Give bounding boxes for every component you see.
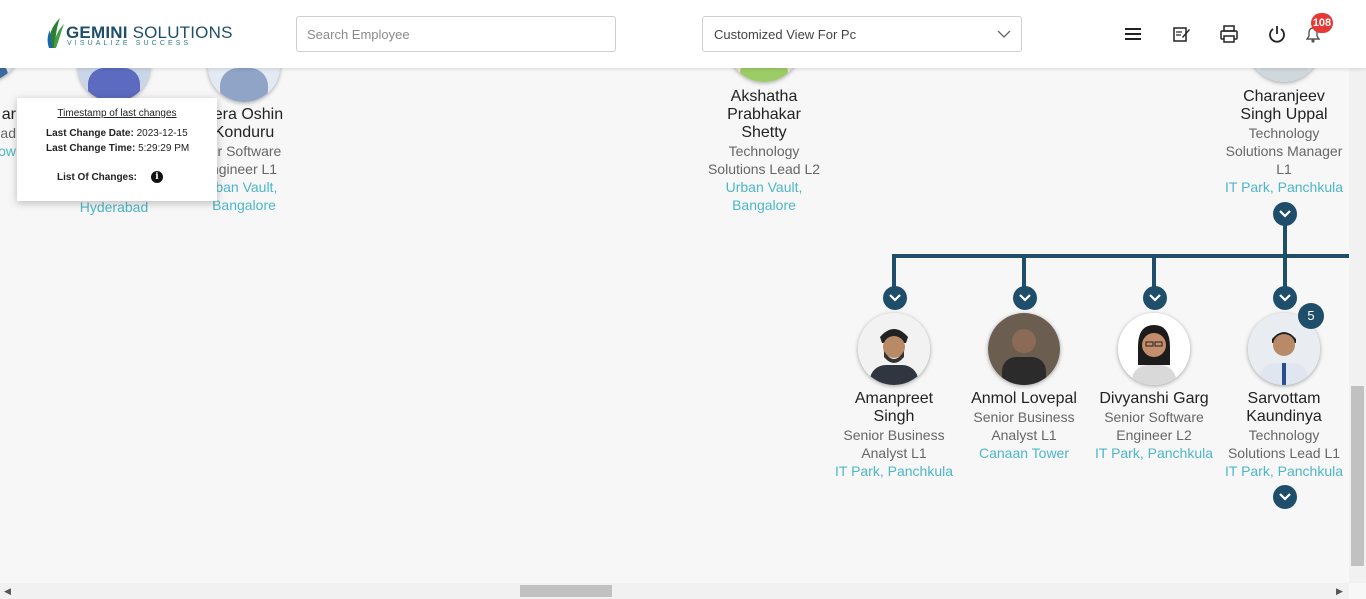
scroll-right-arrow-icon[interactable]: ▶ bbox=[1336, 583, 1343, 599]
chevron-down-icon bbox=[889, 294, 901, 302]
employee-name: Amanpreet bbox=[854, 390, 934, 407]
org-connector bbox=[892, 254, 896, 288]
expand-node-toggle[interactable] bbox=[883, 286, 907, 310]
scroll-left-arrow-icon[interactable]: ◀ bbox=[4, 583, 11, 599]
avatar[interactable] bbox=[1118, 313, 1190, 385]
employee-designation: Analyst L1 bbox=[991, 427, 1057, 443]
chevron-down-icon bbox=[1279, 493, 1291, 501]
org-connector bbox=[892, 254, 1349, 258]
employee-location: IT Park, Panchkula bbox=[834, 463, 954, 479]
employee-designation: Senior Software bbox=[1104, 409, 1204, 425]
employee-name: Kaundinya bbox=[1246, 408, 1322, 425]
expand-node-toggle[interactable] bbox=[1143, 286, 1167, 310]
employee-node-sarvottam[interactable]: Sarvottam Kaundinya Technology Solutions… bbox=[1222, 390, 1346, 480]
last-change-time-row: Last Change Time: 5:29:29 PM bbox=[46, 143, 189, 154]
last-change-time-value: 5:29:29 PM bbox=[138, 143, 190, 154]
employee-location: IT Park, Panchkula bbox=[1094, 445, 1214, 461]
employee-location: Canaan Tower bbox=[978, 445, 1070, 461]
popup-title[interactable]: Timestamp of last changes bbox=[17, 108, 217, 119]
employee-name: Akshatha bbox=[730, 88, 798, 105]
company-logo[interactable]: GEMINI SOLUTIONS VISUALIZE SUCCESS bbox=[46, 16, 232, 52]
employee-designation: Analyst L1 bbox=[861, 445, 927, 461]
last-change-date-label: Last Change Date: bbox=[46, 128, 134, 139]
expand-node-toggle[interactable] bbox=[1273, 286, 1297, 310]
employee-location: ow bbox=[0, 143, 16, 159]
employee-designation: Senior Business bbox=[843, 427, 945, 443]
info-icon[interactable]: i bbox=[151, 171, 163, 183]
employee-name: Singh bbox=[873, 408, 915, 425]
employee-designation: Senior Business bbox=[973, 409, 1075, 425]
employee-name: Charanjeev bbox=[1243, 88, 1325, 105]
employee-designation: Solutions Lead L1 bbox=[1227, 445, 1341, 461]
employee-designation: L1 bbox=[1276, 161, 1292, 177]
employee-designation: Technology bbox=[728, 143, 800, 159]
chevron-down-icon bbox=[997, 30, 1011, 38]
power-icon[interactable] bbox=[1267, 24, 1287, 44]
employee-name: Anmol Lovepal bbox=[971, 390, 1077, 407]
chevron-down-icon bbox=[1279, 294, 1291, 302]
org-connector bbox=[1152, 254, 1156, 288]
timestamp-popup: Timestamp of last changes Last Change Da… bbox=[17, 98, 217, 201]
employee-designation: ad bbox=[0, 125, 16, 141]
list-of-changes-label: List Of Changes: bbox=[57, 172, 138, 183]
employee-name: Prabhakar bbox=[727, 106, 801, 123]
view-select-dropdown[interactable]: Customized View For Pc bbox=[702, 16, 1022, 52]
employee-designation: Solutions Lead L2 bbox=[707, 161, 821, 177]
edit-note-icon[interactable] bbox=[1171, 24, 1191, 44]
employee-designation: Technology bbox=[1248, 427, 1320, 443]
employee-node-divyanshi[interactable]: Divyanshi Garg Senior Software Engineer … bbox=[1092, 390, 1216, 462]
report-count-badge: 5 bbox=[1298, 303, 1324, 329]
employee-name: ar bbox=[1, 106, 16, 123]
org-connector bbox=[1022, 254, 1026, 288]
notification-count-badge: 108 bbox=[1311, 13, 1333, 33]
employee-location: Bangalore bbox=[732, 197, 796, 213]
horizontal-scrollbar[interactable]: ◀ ▶ bbox=[0, 583, 1349, 599]
expand-node-toggle[interactable] bbox=[1273, 485, 1297, 509]
employee-location: IT Park, Panchkula bbox=[1224, 463, 1344, 479]
employee-node-partial[interactable]: ar ad ow bbox=[0, 106, 16, 160]
last-change-date-value: 2023-12-15 bbox=[136, 128, 188, 139]
search-employee-input[interactable] bbox=[296, 16, 616, 52]
expand-node-toggle[interactable] bbox=[1013, 286, 1037, 310]
org-connector bbox=[1283, 254, 1287, 288]
chevron-down-icon bbox=[1019, 294, 1031, 302]
leaf-logo-icon bbox=[47, 18, 64, 48]
chevron-down-icon bbox=[1149, 294, 1161, 302]
logo-tagline: VISUALIZE SUCCESS bbox=[67, 40, 192, 47]
employee-node-anmol[interactable]: Anmol Lovepal Senior Business Analyst L1… bbox=[962, 390, 1086, 462]
vertical-scroll-thumb[interactable] bbox=[1351, 386, 1364, 566]
employee-designation: Technology bbox=[1248, 125, 1320, 141]
employee-name: Sarvottam bbox=[1247, 390, 1321, 407]
employee-location: IT Park, Panchkula bbox=[1224, 179, 1344, 195]
employee-name: Singh Uppal bbox=[1240, 106, 1328, 123]
horizontal-scroll-thumb[interactable] bbox=[520, 585, 612, 597]
last-change-time-label: Last Change Time: bbox=[46, 143, 136, 154]
vertical-scrollbar[interactable] bbox=[1349, 68, 1366, 583]
print-icon[interactable] bbox=[1219, 24, 1239, 44]
employee-name: Shetty bbox=[741, 124, 787, 141]
employee-designation: Solutions Manager bbox=[1225, 143, 1343, 159]
avatar[interactable] bbox=[988, 313, 1060, 385]
view-select-value: Customized View For Pc bbox=[714, 27, 857, 42]
menu-icon[interactable] bbox=[1123, 24, 1143, 44]
chevron-down-icon bbox=[1279, 210, 1291, 218]
app-header: GEMINI SOLUTIONS VISUALIZE SUCCESS Custo… bbox=[0, 0, 1366, 68]
avatar[interactable] bbox=[858, 313, 930, 385]
org-connector bbox=[1283, 224, 1287, 258]
employee-designation: Engineer L2 bbox=[1116, 427, 1192, 443]
employee-name: Divyanshi Garg bbox=[1099, 390, 1209, 407]
last-change-date-row: Last Change Date: 2023-12-15 bbox=[46, 128, 188, 139]
collapse-team-toggle[interactable] bbox=[1273, 202, 1297, 226]
employee-node-charanjeev[interactable]: Charanjeev Singh Uppal Technology Soluti… bbox=[1222, 88, 1346, 196]
employee-node-akshatha[interactable]: Akshatha Prabhakar Shetty Technology Sol… bbox=[704, 88, 824, 214]
employee-location: Urban Vault, bbox=[725, 179, 803, 195]
employee-node-amanpreet[interactable]: Amanpreet Singh Senior Business Analyst … bbox=[832, 390, 956, 480]
